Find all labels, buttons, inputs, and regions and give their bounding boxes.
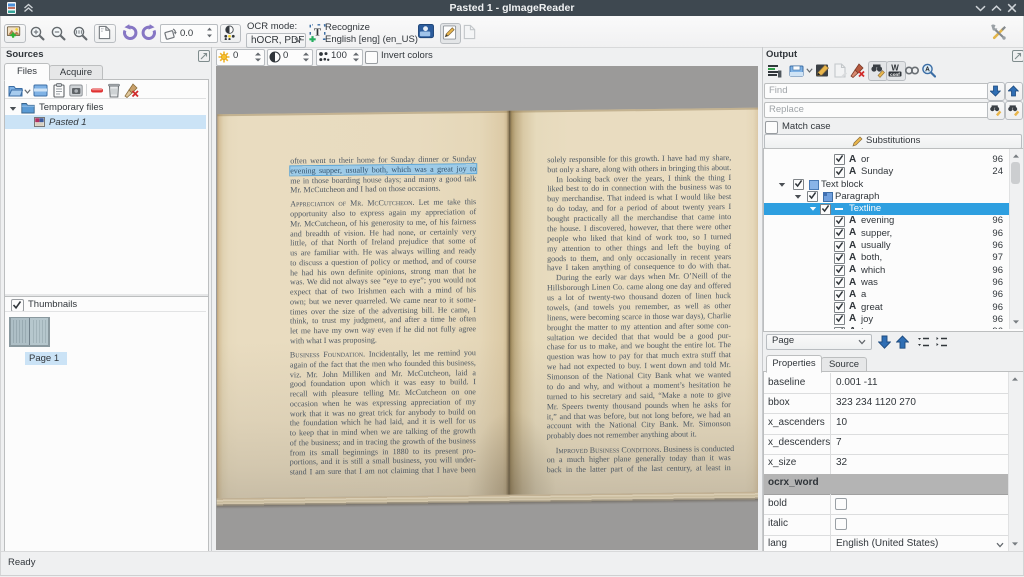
svg-text:T: T — [314, 27, 322, 39]
svg-text:conf: conf — [890, 72, 900, 77]
